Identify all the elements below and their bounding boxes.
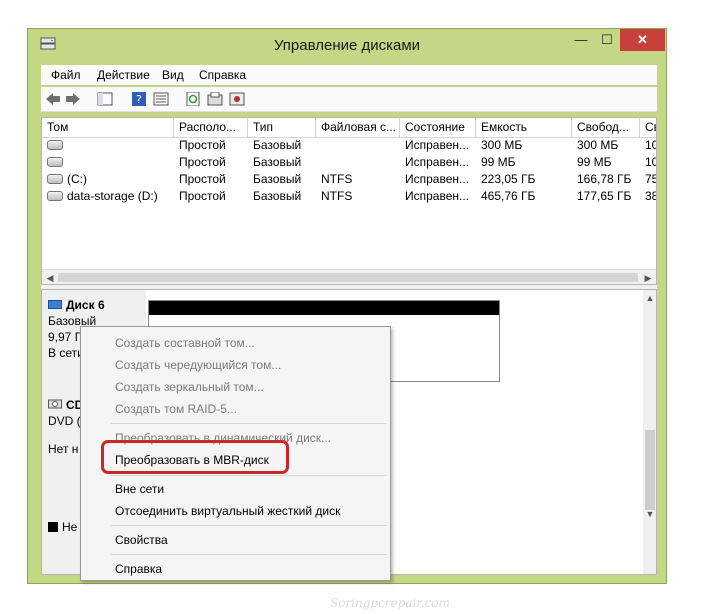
volume-layout: Простой: [179, 155, 226, 169]
volume-free-pct: 10(: [645, 138, 656, 152]
volume-layout: Простой: [179, 138, 226, 152]
settings-icon[interactable]: [229, 92, 245, 106]
disk-status: В сети: [48, 346, 84, 360]
volume-free-pct: 75: [645, 172, 656, 186]
volume-free: 166,78 ГБ: [577, 172, 632, 186]
volume-free-pct: 38: [645, 189, 656, 203]
menu-item-create-mirrored[interactable]: Создать зеркальный том...: [115, 380, 264, 394]
volume-icon: [47, 140, 63, 150]
menu-action[interactable]: Действие: [97, 68, 150, 82]
cd-drive-icon: [48, 399, 62, 409]
vertical-scrollbar-thumb[interactable]: [645, 430, 655, 510]
help-icon[interactable]: ?: [131, 92, 147, 106]
volume-type: Базовый: [253, 172, 302, 186]
volume-icon: [47, 191, 63, 201]
column-header: Том Располо... Тип Файловая с... Состоян…: [42, 118, 656, 138]
disk-size: 9,97 Г: [48, 330, 82, 344]
title-bar[interactable]: Управление дисками — ☐ ✕: [28, 29, 666, 59]
menu-separator: [111, 554, 387, 555]
table-row[interactable]: Простой Базовый Исправен... 300 МБ 300 М…: [42, 137, 656, 154]
volume-status: Исправен...: [405, 189, 470, 203]
scroll-down-icon[interactable]: ▼: [643, 506, 656, 522]
col-filesystem[interactable]: Файловая с...: [316, 118, 400, 137]
horizontal-scrollbar[interactable]: ◀ ▶: [42, 269, 656, 284]
volume-status: Исправен...: [405, 155, 470, 169]
maximize-button[interactable]: ☐: [594, 29, 620, 51]
disk-name[interactable]: Диск 6: [66, 298, 105, 312]
volume-fs: NTFS: [321, 172, 353, 186]
volume-name: data-storage (D:): [67, 189, 158, 203]
list-view-icon[interactable]: [153, 92, 169, 106]
minimize-button[interactable]: —: [568, 29, 594, 51]
volume-free: 300 МБ: [577, 138, 619, 152]
volume-capacity: 300 МБ: [481, 138, 523, 152]
table-row[interactable]: Простой Базовый Исправен... 99 МБ 99 МБ …: [42, 154, 656, 171]
highlight-annotation: [101, 440, 289, 474]
volume-free-pct: 10(: [645, 155, 656, 169]
volume-capacity: 223,05 ГБ: [481, 172, 536, 186]
volume-type: Базовый: [253, 138, 302, 152]
forward-arrow-icon[interactable]: [65, 92, 81, 106]
volume-fs: [316, 154, 400, 171]
volume-type: Базовый: [253, 155, 302, 169]
volume-capacity: 465,76 ГБ: [481, 189, 536, 203]
volume-layout: Простой: [179, 172, 226, 186]
col-volume[interactable]: Том: [42, 118, 174, 137]
back-arrow-icon[interactable]: [45, 92, 61, 106]
volume-status: Исправен...: [405, 138, 470, 152]
menu-item-create-striped[interactable]: Создать чередующийся том...: [115, 358, 281, 372]
menu-separator: [111, 423, 387, 424]
legend-unallocated-swatch: [48, 522, 58, 532]
scroll-left-icon[interactable]: ◀: [42, 270, 58, 284]
volume-name: (C:): [67, 172, 87, 186]
scroll-right-icon[interactable]: ▶: [640, 270, 656, 284]
menu-bar: Файл Действие Вид Справка: [41, 65, 657, 85]
cdrom-status: Нет н: [48, 442, 79, 456]
table-row[interactable]: data-storage (D:) Простой Базовый NTFS И…: [42, 188, 656, 205]
volume-free: 177,65 ГБ: [577, 189, 632, 203]
refresh-icon[interactable]: [185, 92, 201, 106]
volume-icon: [47, 174, 63, 184]
menu-separator: [111, 525, 387, 526]
menu-item-offline[interactable]: Вне сети: [115, 482, 164, 496]
volume-icon: [47, 157, 63, 167]
col-free[interactable]: Свобод...: [572, 118, 640, 137]
toolbar: ?: [41, 87, 657, 112]
volume-type: Базовый: [253, 189, 302, 203]
volume-fs: NTFS: [321, 189, 353, 203]
menu-help[interactable]: Справка: [199, 68, 246, 82]
col-capacity[interactable]: Емкость: [476, 118, 572, 137]
col-free-pct[interactable]: Св: [640, 118, 656, 137]
properties-icon[interactable]: [207, 92, 223, 106]
table-row[interactable]: (C:) Простой Базовый NTFS Исправен... 22…: [42, 171, 656, 188]
menu-view[interactable]: Вид: [162, 68, 184, 82]
menu-item-properties[interactable]: Свойства: [115, 533, 168, 547]
scroll-up-icon[interactable]: ▲: [643, 290, 656, 306]
svg-text:?: ?: [136, 93, 142, 106]
menu-separator: [111, 475, 387, 476]
col-type[interactable]: Тип: [248, 118, 316, 137]
watermark: Soringpcrepair.com: [330, 596, 450, 610]
close-button[interactable]: ✕: [620, 29, 665, 51]
cdrom-type: DVD (: [48, 414, 81, 428]
scrollbar-thumb[interactable]: [58, 273, 638, 282]
menu-item-create-raid5[interactable]: Создать том RAID-5...: [115, 402, 237, 416]
menu-item-create-spanned[interactable]: Создать составной том...: [115, 336, 255, 350]
col-layout[interactable]: Располо...: [174, 118, 248, 137]
legend-label: Не: [62, 520, 78, 534]
vertical-scrollbar[interactable]: ▲ ▼: [643, 290, 656, 574]
console-tree-icon[interactable]: [97, 92, 113, 106]
partition-bar: [149, 301, 499, 315]
volume-fs: [316, 137, 400, 154]
volume-capacity: 99 МБ: [481, 155, 516, 169]
volume-free: 99 МБ: [577, 155, 612, 169]
volume-status: Исправен...: [405, 172, 470, 186]
menu-item-help[interactable]: Справка: [115, 562, 162, 576]
col-status[interactable]: Состояние: [400, 118, 476, 137]
volume-list: Том Располо... Тип Файловая с... Состоян…: [41, 117, 657, 285]
menu-file[interactable]: Файл: [51, 68, 81, 82]
disk-icon: [48, 300, 62, 309]
menu-item-detach-vhd[interactable]: Отсоединить виртуальный жесткий диск: [115, 504, 340, 518]
volume-layout: Простой: [179, 189, 226, 203]
